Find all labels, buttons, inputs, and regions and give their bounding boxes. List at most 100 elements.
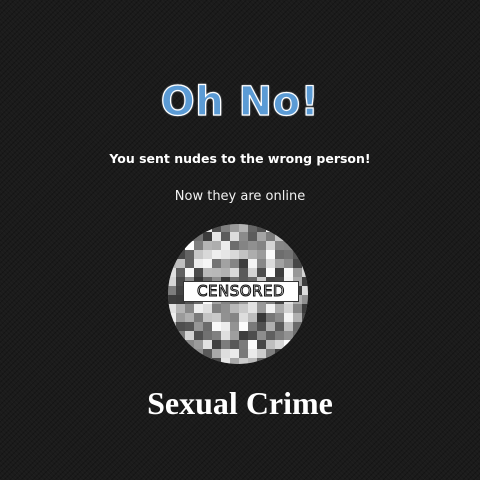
mosaic-tile	[284, 232, 293, 241]
mosaic-tile	[266, 241, 275, 250]
mosaic-tile	[302, 349, 308, 358]
mosaic-tile	[221, 358, 230, 364]
mosaic-tile	[203, 340, 212, 349]
mosaic-tile	[284, 268, 293, 277]
mosaic-tile	[176, 259, 185, 268]
mosaic-tile	[293, 358, 302, 364]
mosaic-tile	[275, 268, 284, 277]
mosaic-tile	[257, 232, 266, 241]
mosaic-tile	[293, 232, 302, 241]
mosaic-tile	[230, 322, 239, 331]
mosaic-tile	[284, 259, 293, 268]
mosaic-tile	[266, 224, 275, 232]
mosaic-tile	[248, 313, 257, 322]
mosaic-tile	[221, 340, 230, 349]
mosaic-tile	[239, 259, 248, 268]
mosaic-tile	[203, 250, 212, 259]
mosaic-tile	[203, 349, 212, 358]
mosaic-tile	[203, 322, 212, 331]
mosaic-tile	[275, 340, 284, 349]
mosaic-tile	[257, 331, 266, 340]
mosaic-tile	[248, 358, 257, 364]
mosaic-tile	[203, 331, 212, 340]
mosaic-tile	[302, 295, 308, 304]
mosaic-tile	[185, 340, 194, 349]
mosaic-tile	[194, 304, 203, 313]
mosaic-tile	[230, 358, 239, 364]
mosaic-tile	[168, 304, 176, 313]
mosaic-tile	[293, 224, 302, 232]
mosaic-tile	[176, 313, 185, 322]
mosaic-tile	[168, 232, 176, 241]
mosaic-tile	[203, 358, 212, 364]
mosaic-tile	[212, 268, 221, 277]
mosaic-tile	[302, 250, 308, 259]
mosaic-tile	[221, 322, 230, 331]
mosaic-tile	[266, 250, 275, 259]
mosaic-tile	[239, 241, 248, 250]
mosaic-tile	[302, 286, 308, 295]
mosaic-tile	[284, 313, 293, 322]
mosaic-tile	[221, 268, 230, 277]
mosaic-tile	[239, 349, 248, 358]
mosaic-tile	[176, 241, 185, 250]
mosaic-tile	[221, 259, 230, 268]
mosaic-tile	[284, 331, 293, 340]
mosaic-tile	[266, 304, 275, 313]
mosaic-tile	[230, 268, 239, 277]
mosaic-tile	[221, 331, 230, 340]
mosaic-tile	[194, 224, 203, 232]
mosaic-tile	[248, 304, 257, 313]
mosaic-tile	[168, 358, 176, 364]
mosaic-tile	[302, 313, 308, 322]
mosaic-tile	[230, 250, 239, 259]
mosaic-tile	[293, 313, 302, 322]
mosaic-tile	[230, 313, 239, 322]
mosaic-tile	[212, 250, 221, 259]
mosaic-tile	[248, 331, 257, 340]
mosaic-tile	[284, 322, 293, 331]
mosaic-tile	[203, 232, 212, 241]
mosaic-tile	[284, 224, 293, 232]
mosaic-tile	[221, 232, 230, 241]
mosaic-tile	[239, 250, 248, 259]
mosaic-tile	[168, 277, 176, 286]
mosaic-tile	[293, 331, 302, 340]
mosaic-tile	[302, 232, 308, 241]
mosaic-tile	[266, 331, 275, 340]
mosaic-tile	[185, 241, 194, 250]
mosaic-tile	[257, 241, 266, 250]
mosaic-tile	[248, 224, 257, 232]
mosaic-tile	[239, 224, 248, 232]
mosaic-tile	[185, 268, 194, 277]
mosaic-tile	[221, 313, 230, 322]
mosaic-tile	[168, 250, 176, 259]
mosaic-tile	[230, 232, 239, 241]
mosaic-tile	[194, 268, 203, 277]
mosaic-tile	[239, 331, 248, 340]
footer-title: Sexual Crime	[147, 385, 333, 421]
mosaic-tile	[203, 241, 212, 250]
mosaic-tile	[230, 224, 239, 232]
mosaic-tile	[284, 250, 293, 259]
mosaic-tile	[275, 322, 284, 331]
mosaic-tile	[275, 241, 284, 250]
mosaic-tile	[248, 241, 257, 250]
mosaic-tile	[302, 259, 308, 268]
mosaic-tile	[185, 313, 194, 322]
mosaic-tile	[194, 331, 203, 340]
mosaic-tile	[203, 259, 212, 268]
mosaic-tile	[212, 259, 221, 268]
mosaic-tile	[185, 322, 194, 331]
mosaic-tile	[257, 250, 266, 259]
mosaic-tile	[302, 358, 308, 364]
mosaic-tile	[239, 340, 248, 349]
mosaic-tile	[212, 358, 221, 364]
mosaic-tile	[257, 268, 266, 277]
mosaic-tile	[212, 349, 221, 358]
mosaic-tile	[194, 241, 203, 250]
mosaic-tile	[239, 232, 248, 241]
mosaic-tile	[168, 259, 176, 268]
mosaic-tile	[284, 349, 293, 358]
mosaic-tile	[257, 322, 266, 331]
